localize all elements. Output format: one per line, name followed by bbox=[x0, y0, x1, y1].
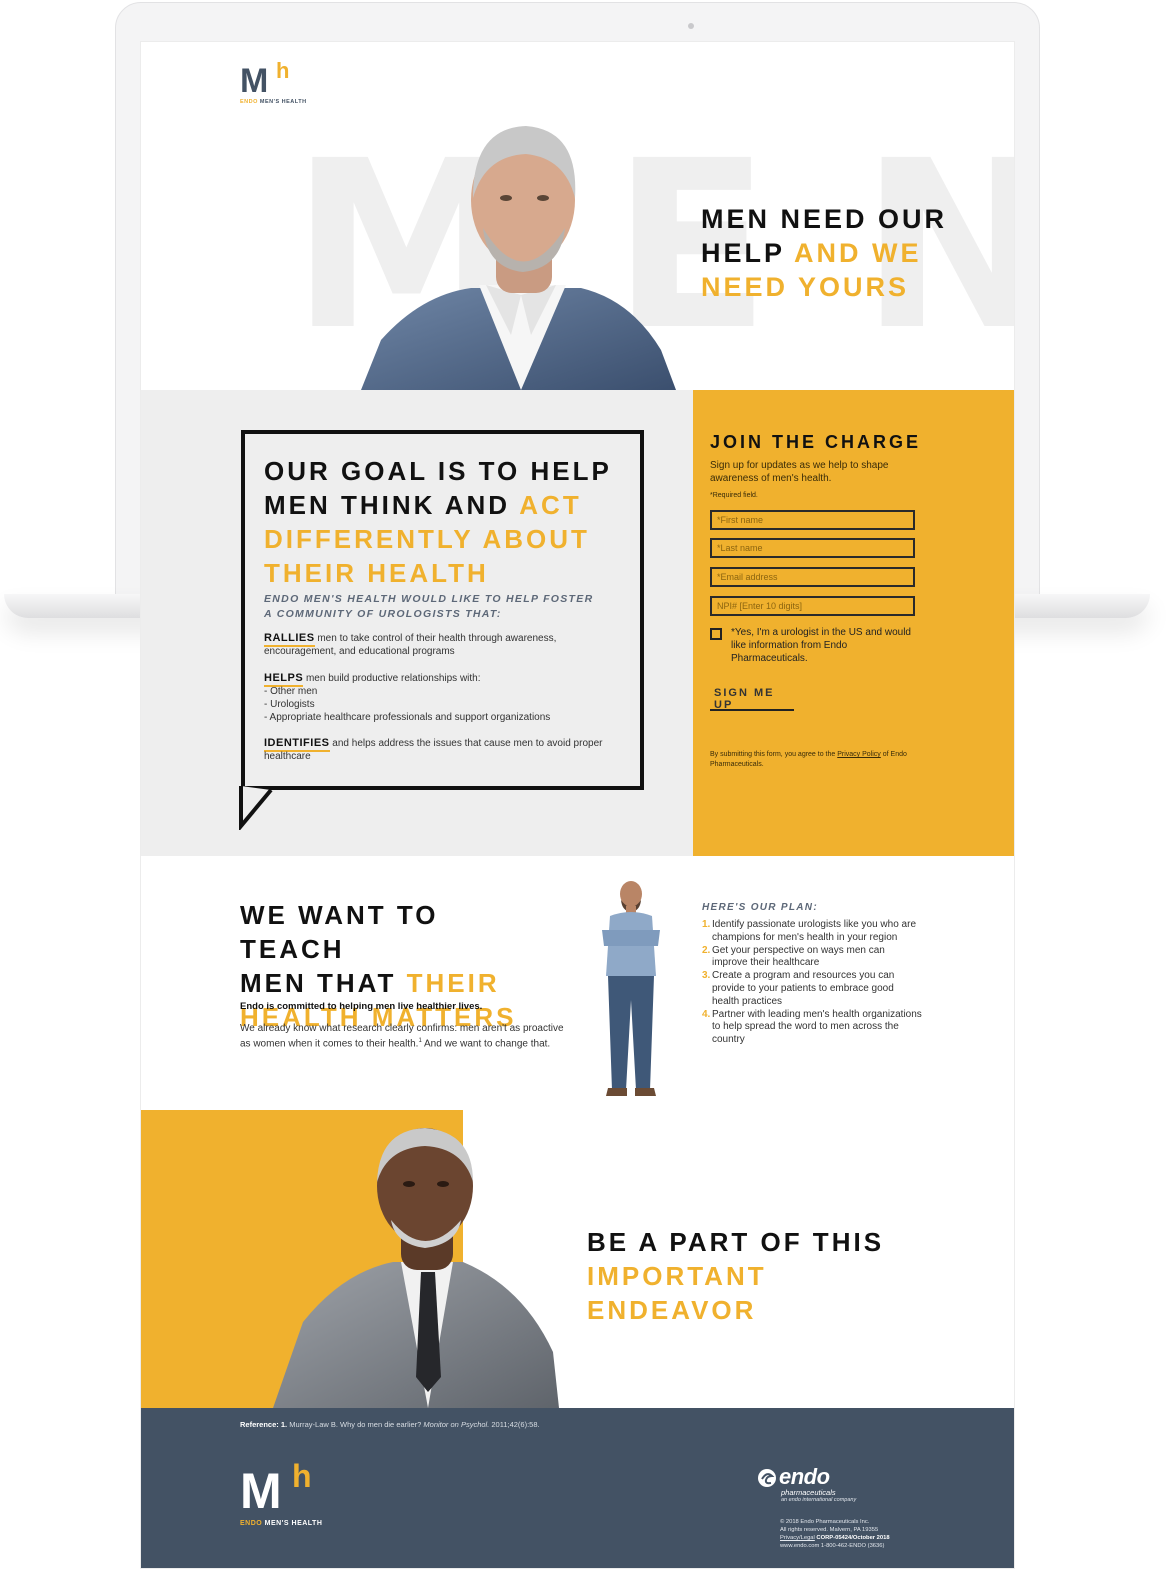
endo-wordmark: endo bbox=[779, 1464, 830, 1489]
plan-item: 4. Partner with leading men's health orga… bbox=[702, 1008, 922, 1046]
plan-item: 1. Identify passionate urologists like yo… bbox=[702, 919, 917, 943]
goal-subtitle: Endo Men's Health would like to help fos… bbox=[264, 593, 594, 620]
endo-subtitle: pharmaceuticals bbox=[781, 1488, 836, 1497]
landing-page: M h ENDO MEN'S HEALTH MEN MEN NEED OUR H… bbox=[141, 42, 1014, 1568]
logo-caption: ENDO MEN'S HEALTH bbox=[240, 99, 307, 105]
logo-caption: ENDO MEN'S HEALTH bbox=[240, 1520, 323, 1527]
last-name-input[interactable] bbox=[710, 538, 915, 558]
teach-body: We already know what research clearly co… bbox=[240, 1023, 564, 1050]
speech-bubble-tail bbox=[239, 786, 273, 830]
endo-tagline: an endo international company bbox=[781, 1497, 857, 1503]
required-note: *Required field. bbox=[710, 492, 758, 499]
teach-bold-line: Endo is committed to helping men live he… bbox=[240, 1001, 483, 1012]
endeavor-headline: BE A PART OF THIS IMPORTANT ENDEAVOR bbox=[587, 1227, 885, 1325]
footer-logo[interactable]: M h ENDO MEN'S HEALTH bbox=[240, 1458, 330, 1532]
endo-swirl-icon bbox=[758, 1469, 776, 1487]
logo-mark: M bbox=[240, 62, 269, 100]
standing-man-photo bbox=[602, 881, 660, 1096]
first-name-input[interactable] bbox=[710, 510, 915, 530]
logo-h: h bbox=[292, 1458, 312, 1494]
privacy-legal-link[interactable]: Privacy/Legal bbox=[780, 1535, 815, 1541]
endeavor-portrait-older-man bbox=[273, 1128, 559, 1408]
helps-bullet: - Other men bbox=[264, 686, 318, 697]
logo-mark: M bbox=[240, 1463, 282, 1519]
privacy-note: By submitting this form, you agree to th… bbox=[710, 751, 907, 768]
camera-dot bbox=[688, 23, 694, 29]
goal-headline: OUR GOAL IS TO HELP MEN THINK AND ACT DI… bbox=[264, 456, 612, 588]
join-title: JOIN THE CHARGE bbox=[710, 432, 922, 452]
urologist-checkbox-label: *Yes, I'm a urologist in the US and woul… bbox=[731, 627, 911, 664]
legal-text: © 2018 Endo Pharmaceuticals Inc. All rig… bbox=[780, 1519, 890, 1549]
goal-item-rallies: RALLIES men to take control of their hea… bbox=[264, 632, 557, 657]
email-input[interactable] bbox=[710, 567, 915, 587]
npi-input[interactable] bbox=[710, 596, 915, 616]
sign-me-up-button[interactable]: SIGN ME UP bbox=[710, 687, 794, 711]
join-subtitle: Sign up for updates as we help to shape … bbox=[710, 460, 889, 484]
hero-portrait-man-gray-beard bbox=[361, 126, 676, 390]
helps-bullet: - Appropriate healthcare professionals a… bbox=[264, 712, 551, 723]
goal-item-helps: HELPS men build productive relationships… bbox=[264, 672, 614, 724]
plan-title: Here's our plan: bbox=[702, 902, 818, 913]
helps-bullet: - Urologists bbox=[264, 699, 315, 710]
hero-headline: MEN NEED OUR HELP AND WE NEED YOURS bbox=[701, 204, 948, 302]
plan-list: 1. Identify passionate urologists like yo… bbox=[702, 919, 922, 1047]
logo-h: h bbox=[276, 58, 290, 83]
goal-item-identifies: IDENTIFIES and helps address the issues … bbox=[264, 737, 603, 762]
plan-item: 2. Get your perspective on ways men can i… bbox=[702, 944, 885, 969]
teach-headline: WE WANT TO TEACH MEN THAT THEIR HEALTH M… bbox=[240, 900, 517, 1032]
plan-item: 3. Create a program and resources you can… bbox=[702, 970, 895, 1007]
header-logo[interactable]: M h ENDO MEN'S HEALTH bbox=[240, 58, 310, 108]
footer-reference: Reference: 1. Murray-Law B. Why do men d… bbox=[240, 1420, 540, 1429]
urologist-checkbox[interactable] bbox=[710, 628, 722, 640]
privacy-policy-link[interactable]: Privacy Policy bbox=[837, 751, 881, 758]
